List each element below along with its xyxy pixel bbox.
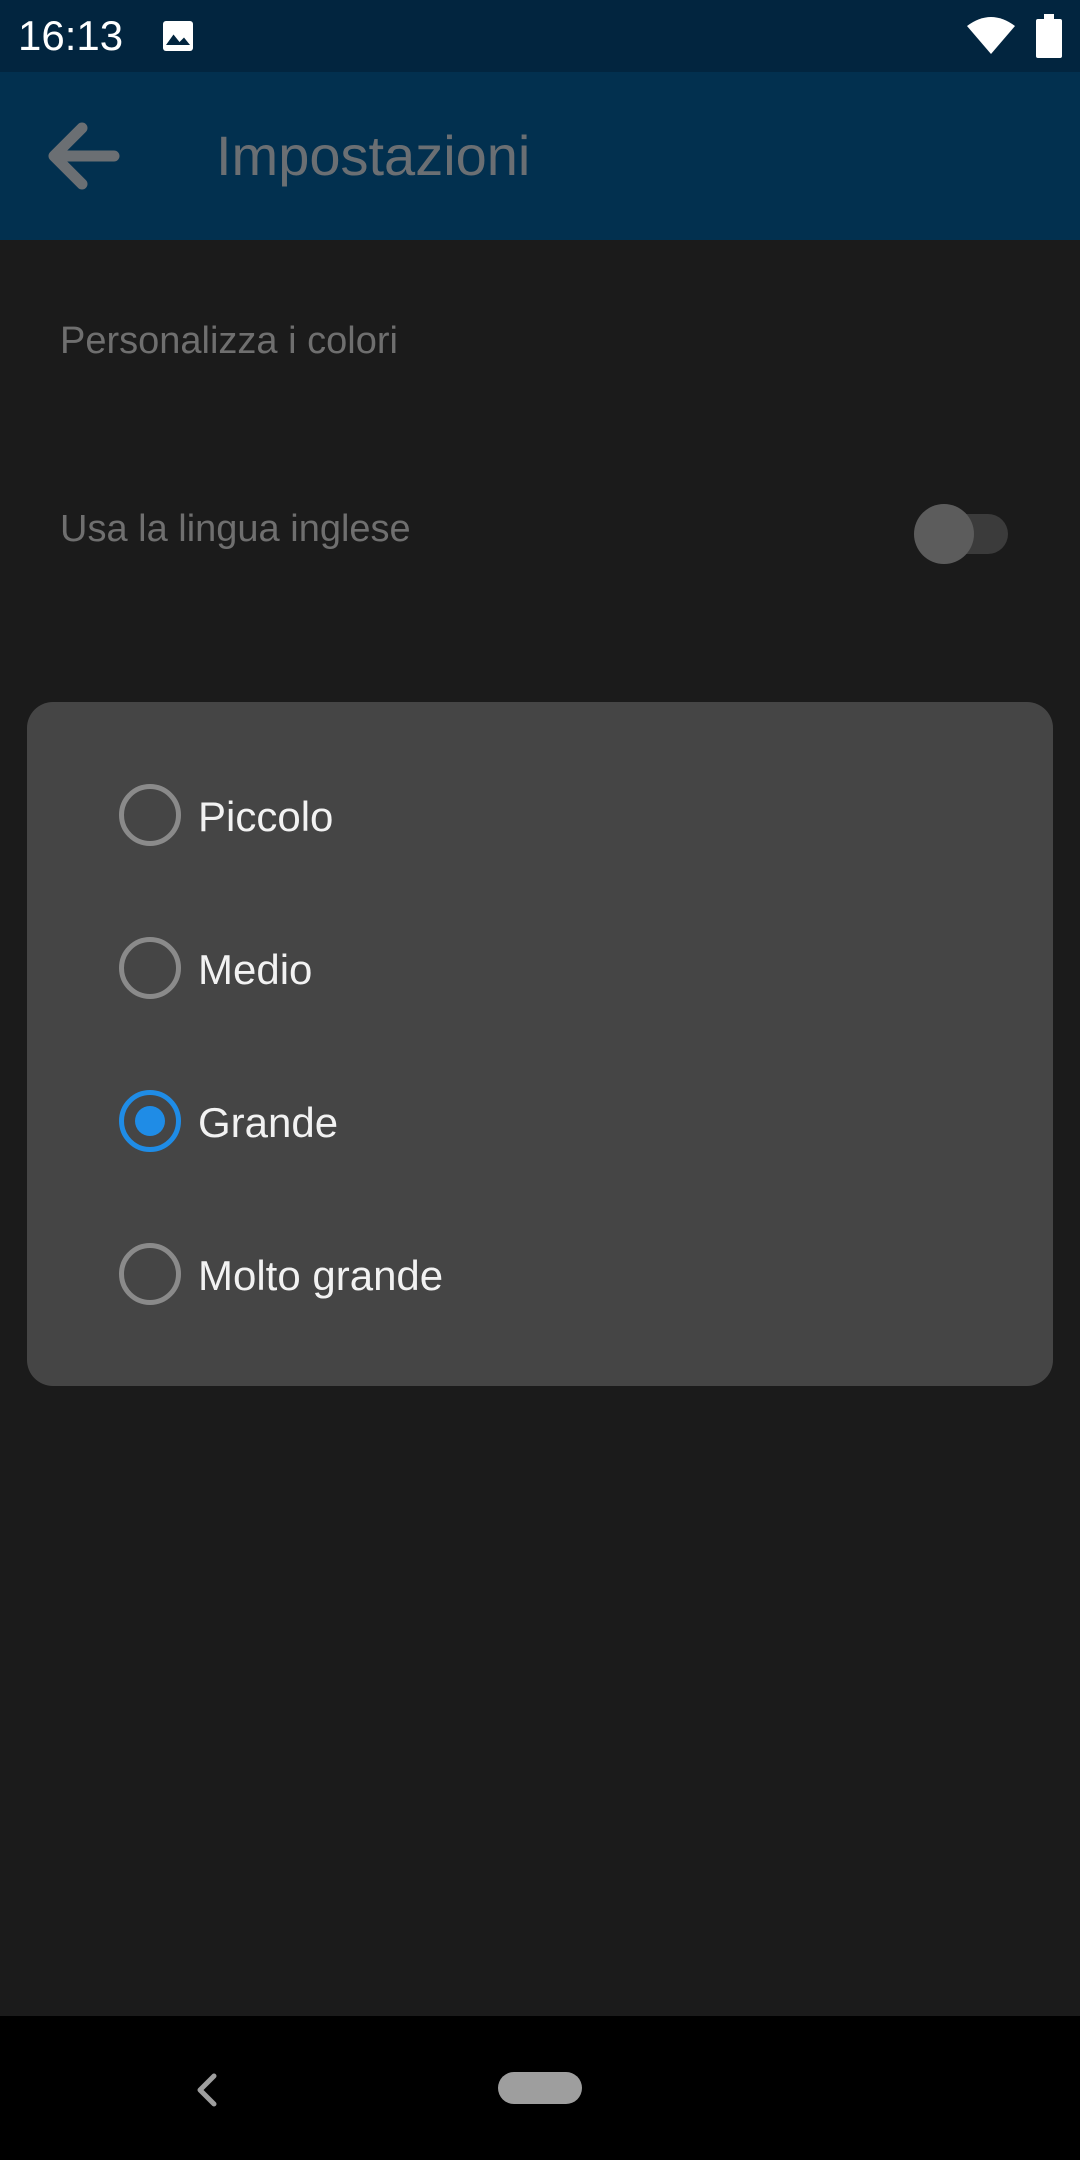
navigation-bar (0, 2016, 1080, 2160)
option-label: Medio (198, 946, 313, 993)
back-button[interactable] (30, 112, 140, 202)
arrow-left-icon (48, 122, 120, 190)
radio-button[interactable] (119, 937, 181, 999)
battery-icon (1036, 14, 1062, 58)
option-label: Piccolo (198, 793, 334, 840)
radio-button[interactable] (119, 1243, 181, 1305)
option-label: Molto grande (198, 1252, 444, 1299)
text-size-dialog: Piccolo Medio Grande Molto grande (27, 702, 1053, 1386)
radio-dot (135, 1106, 165, 1136)
status-time: 16:13 (18, 12, 124, 59)
setting-english-language[interactable]: Usa la lingua inglese (60, 506, 411, 552)
page-title: Impostazioni (216, 124, 531, 187)
toggle-thumb (914, 504, 974, 564)
option-piccolo[interactable]: Piccolo (87, 756, 1027, 876)
option-medio[interactable]: Medio (87, 909, 1027, 1029)
image-icon (163, 21, 193, 51)
nav-back-icon[interactable] (186, 2068, 226, 2112)
radio-button[interactable] (119, 784, 181, 846)
radio-button-selected[interactable] (119, 1090, 181, 1152)
option-label: Grande (198, 1099, 339, 1146)
setting-customize-colors[interactable]: Personalizza i colori (60, 318, 398, 364)
option-molto-grande[interactable]: Molto grande (87, 1215, 1027, 1335)
wifi-icon (967, 17, 1015, 54)
app-bar: Impostazioni (0, 72, 1080, 240)
nav-home-button[interactable] (498, 2072, 582, 2104)
status-bar: 16:13 (0, 0, 1080, 72)
option-grande[interactable]: Grande (87, 1062, 1027, 1182)
english-language-toggle[interactable] (914, 504, 1010, 564)
